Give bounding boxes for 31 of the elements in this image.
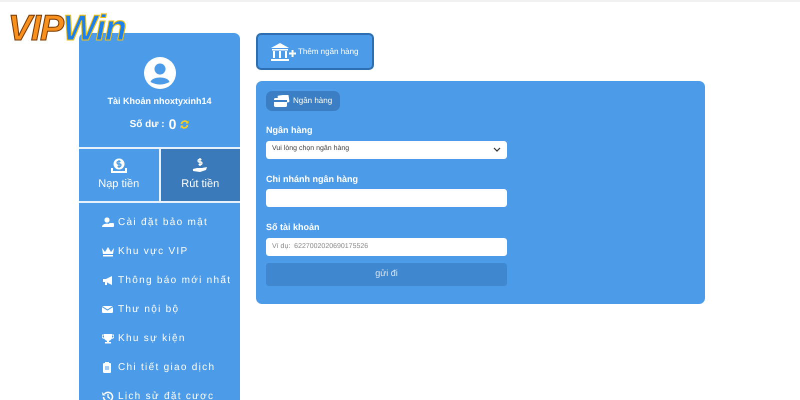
megaphone-icon xyxy=(102,275,114,286)
menu-item[interactable]: Thông báo mới nhất xyxy=(79,266,240,295)
menu-item[interactable]: Khu sự kiện xyxy=(79,324,240,353)
bank-tab[interactable]: Ngân hàng xyxy=(266,91,340,111)
menu-item[interactable]: Khu vực VIP xyxy=(79,237,240,266)
add-bank-button[interactable]: Thêm ngân hàng xyxy=(256,33,374,70)
balance-label: Số dư : xyxy=(130,118,165,132)
field-label: Số tài khoản xyxy=(266,221,321,234)
trophy-icon xyxy=(102,333,114,344)
avatar-icon xyxy=(144,57,176,89)
user-lock-icon xyxy=(102,217,114,228)
field-label: Chi nhánh ngân hàng xyxy=(266,172,359,186)
menu-item[interactable]: Thư nội bộ xyxy=(79,295,240,324)
menu-item[interactable]: Chi tiết giao dịch xyxy=(79,353,240,382)
field-label: Ngân hàng xyxy=(266,124,314,137)
account-name: Tài Khoản nhoxtyxinh14 xyxy=(106,95,212,108)
card-icon xyxy=(274,95,290,107)
clipboard-icon xyxy=(102,362,114,373)
bank-add-icon xyxy=(270,42,296,62)
menu-item[interactable]: Cài đặt bảo mật xyxy=(79,208,240,237)
hand-coin-icon xyxy=(192,158,208,173)
submit-button[interactable]: gửi đi xyxy=(266,262,507,286)
input-field[interactable] xyxy=(266,189,507,207)
chevron-down-icon xyxy=(493,147,501,152)
coin-icon xyxy=(110,158,127,173)
balance-value: 0 xyxy=(168,114,176,134)
history-icon xyxy=(102,391,114,400)
envelope-icon xyxy=(102,304,114,315)
withdraw-button[interactable]: Rút tiền xyxy=(158,149,240,201)
refresh-icon xyxy=(180,120,190,128)
crown-icon xyxy=(102,246,114,257)
